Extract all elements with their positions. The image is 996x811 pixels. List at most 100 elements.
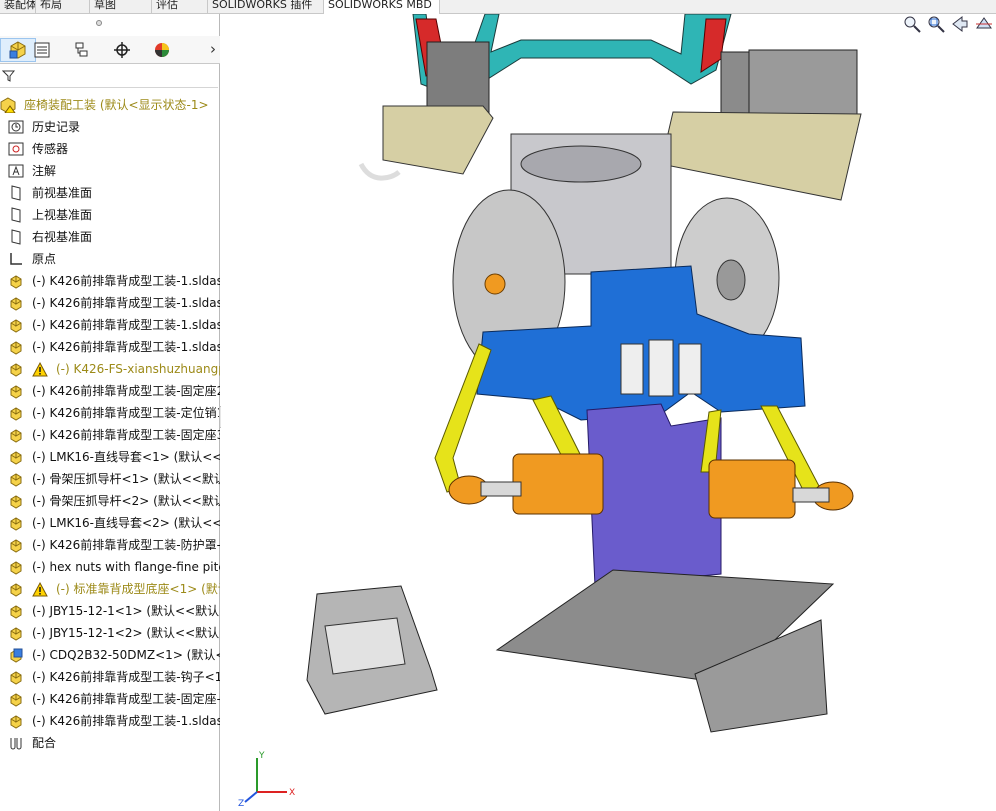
tree-item-label: 配合 [32, 736, 57, 750]
tree-item[interactable]: 前视基准面 [0, 182, 220, 204]
tab-layout[interactable]: 布局 [36, 0, 90, 14]
tree-item-label: 前视基准面 [32, 186, 93, 200]
tree-item-label: (-) LMK16-直线导套<1> (默认<<默 [32, 450, 220, 464]
subassembly-icon [10, 341, 22, 355]
panel-grip[interactable] [96, 20, 102, 26]
tree-item-label: (-) K426前排靠背成型工装-1.sldas [32, 340, 220, 354]
graphics-area[interactable]: Y X Z [221, 14, 996, 811]
subassembly-icon [10, 495, 22, 509]
tree-item-label: (-) K426前排靠背成型工装-1.sldas [32, 296, 220, 310]
history-icon [8, 120, 24, 134]
tree-item-label: 注解 [32, 164, 57, 178]
tab-evaluate[interactable]: 评估 [152, 0, 208, 14]
tree-item[interactable]: (-) 骨架压抓导杆<1> (默认<<默认 [0, 468, 220, 490]
tab-property-manager[interactable] [24, 38, 60, 62]
tree-item[interactable]: (-) K426前排靠背成型工装-防护罩- [0, 534, 220, 556]
filter-icon[interactable] [2, 69, 16, 83]
mates-icon [10, 738, 22, 750]
tree-item[interactable]: 右视基准面 [0, 226, 220, 248]
tree-item-label: 上视基准面 [32, 208, 93, 222]
tree-filter-bar[interactable] [0, 66, 218, 88]
right-plate[interactable] [660, 111, 862, 201]
tab-solidworks-addins[interactable]: SOLIDWORKS 插件 [208, 0, 324, 14]
panel-tabs-more-icon[interactable]: › [210, 40, 216, 58]
warning-icon [32, 581, 48, 597]
subassembly-icon [10, 363, 22, 377]
tree-item-label: (-) K426前排靠背成型工装-1.sldas [32, 714, 220, 728]
valve-mid[interactable] [648, 339, 674, 397]
tree-item[interactable]: (-) K426前排靠背成型工装-1.sldas [0, 336, 220, 358]
tree-item[interactable]: (-) K426前排靠背成型工装-1.sldas [0, 270, 220, 292]
tree-item[interactable]: 注解 [0, 160, 220, 182]
tree-item[interactable]: (-) K426-FS-xianshuzhuangp [0, 358, 220, 380]
tree-item-label: (-) K426前排靠背成型工装-防护罩- [32, 538, 220, 552]
tab-sketch[interactable]: 草图 [90, 0, 152, 14]
tab-dimxpert-manager[interactable] [104, 38, 140, 62]
tree-item[interactable]: (-) K426前排靠背成型工装-1.sldas [0, 314, 220, 336]
tree-root-assembly[interactable]: 座椅装配工装 (默认<显示状态-1> [0, 94, 220, 116]
tree-item[interactable]: (-) K426前排靠背成型工装-固定座- [0, 688, 220, 710]
tree-item-label: (-) K426前排靠背成型工装-1.sldas [32, 274, 220, 288]
tree-item-label: (-) 骨架压抓导杆<2> (默认<<默认 [32, 494, 220, 508]
tree-item-label: (-) K426-FS-xianshuzhuangp [56, 362, 220, 376]
subassembly-icon [10, 671, 22, 685]
tree-item[interactable]: 原点 [0, 248, 220, 270]
valve-right[interactable] [678, 343, 702, 395]
tree-item[interactable]: 历史记录 [0, 116, 220, 138]
tab-configuration-manager[interactable] [64, 38, 100, 62]
tree-item[interactable]: (-) K426前排靠背成型工装-1.sldas [0, 292, 220, 314]
tree-item-label: 右视基准面 [32, 230, 93, 244]
valve-left[interactable] [620, 343, 644, 395]
tree-item[interactable]: (-) JBY15-12-1<1> (默认<<默认> [0, 600, 220, 622]
subassembly-icon [10, 517, 22, 531]
property-manager-icon [34, 42, 50, 58]
tree-item-label: (-) K426前排靠背成型工装-钩子<1 [32, 670, 220, 684]
tree-item[interactable]: (-) LMK16-直线导套<2> (默认<<默 [0, 512, 220, 534]
tree-item[interactable]: (-) K426前排靠背成型工装-钩子<1 [0, 666, 220, 688]
tree-item[interactable]: (-) CDQ2B32-50DMZ<1> (默认< [0, 644, 220, 666]
tree-item[interactable]: (-) LMK16-直线导套<1> (默认<<默 [0, 446, 220, 468]
tree-item[interactable]: (-) hex nuts with flange-fine pitch [0, 556, 220, 578]
tree-item[interactable]: (-) K426前排靠背成型工装-固定座3 [0, 424, 220, 446]
tree-item[interactable]: (-) 标准靠背成型底座<1> (默认 [0, 578, 220, 600]
tab-solidworks-mbd[interactable]: SOLIDWORKS MBD [324, 0, 440, 14]
subassembly-icon [10, 473, 22, 487]
tree-item[interactable]: (-) 骨架压抓导杆<2> (默认<<默认 [0, 490, 220, 512]
tree-item-label: (-) hex nuts with flange-fine pitch [32, 560, 220, 574]
tree-item[interactable]: (-) K426前排靠背成型工装-1.sldas [0, 710, 220, 732]
assembly-warning-icon [0, 97, 16, 113]
left-cylinder[interactable] [448, 453, 604, 515]
subassembly-icon [10, 275, 22, 289]
plane-icon [11, 185, 21, 201]
subassembly-icon [10, 627, 22, 641]
display-manager-icon [155, 43, 169, 57]
subassembly-icon [10, 605, 22, 619]
sensor-icon [8, 142, 24, 156]
assembly-model-view[interactable] [221, 14, 996, 811]
left-yellow-arm[interactable] [434, 343, 492, 493]
tree-item-label: 座椅装配工装 (默认<显示状态-1> [24, 98, 209, 112]
tree-item-label: (-) JBY15-12-1<1> (默认<<默认> [32, 604, 220, 618]
triad-y-label: Y [258, 751, 265, 761]
tree-item[interactable]: (-) K426前排靠背成型工装-定位销1 [0, 402, 220, 424]
tree-item-label: 历史记录 [32, 120, 81, 134]
tree-item[interactable]: (-) K426前排靠背成型工装-固定座2 [0, 380, 220, 402]
tab-display-manager[interactable] [144, 38, 180, 62]
tree-item[interactable]: 配合 [0, 732, 220, 754]
subassembly-icon [10, 583, 22, 597]
left-plate[interactable] [382, 105, 494, 175]
subassembly-icon [10, 297, 22, 311]
subassembly-icon [10, 561, 22, 575]
purple-column[interactable] [586, 403, 722, 587]
configuration-manager-icon [75, 42, 88, 57]
tab-assembly[interactable]: 装配体 [0, 0, 36, 14]
tree-item[interactable]: (-) JBY15-12-1<2> (默认<<默认> [0, 622, 220, 644]
right-cylinder[interactable] [708, 459, 854, 519]
command-manager-tabs: 装配体 布局 草图 评估 SOLIDWORKS 插件 SOLIDWORKS MB… [0, 0, 996, 14]
subassembly-icon [10, 429, 22, 443]
tree-item[interactable]: 传感器 [0, 138, 220, 160]
subassembly-icon [10, 715, 22, 729]
panel-tabs: › [0, 36, 220, 64]
subassembly-icon [10, 407, 22, 421]
tree-item[interactable]: 上视基准面 [0, 204, 220, 226]
